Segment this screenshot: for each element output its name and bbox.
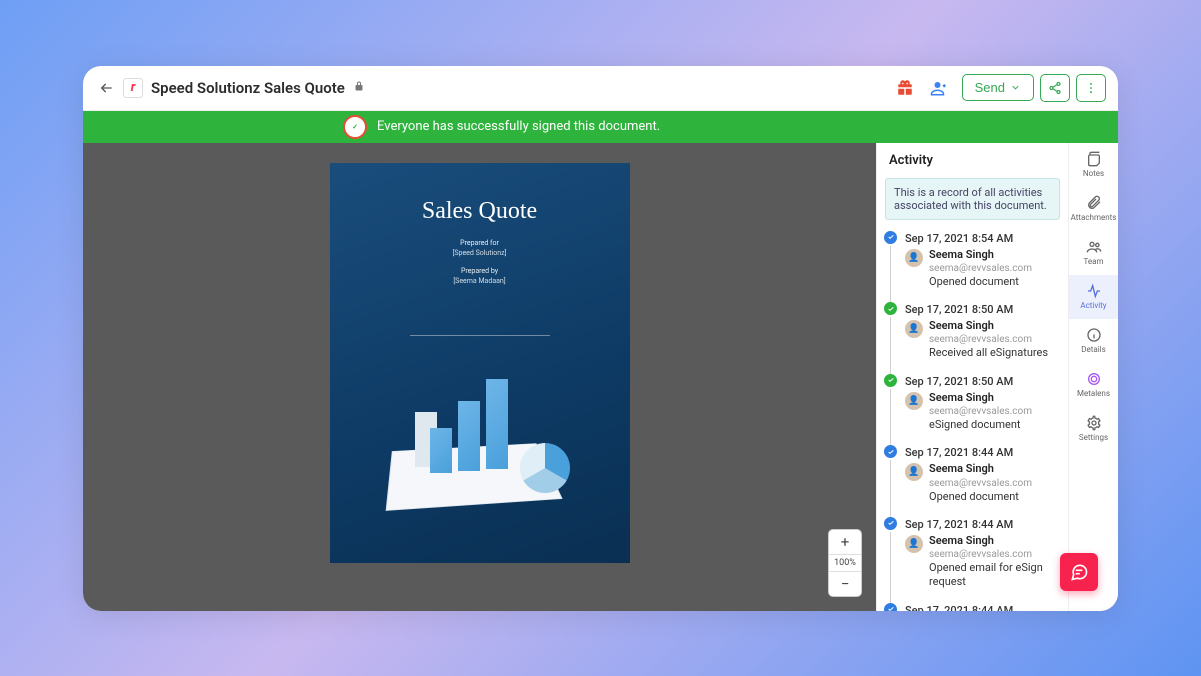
zoom-in-button[interactable]: + <box>829 530 861 554</box>
activity-item[interactable]: Sep 17, 2021 8:54 AM 👤 Seema Singh seema… <box>889 228 1064 300</box>
rail-attachments[interactable]: Attachments <box>1069 187 1118 231</box>
rail-activity[interactable]: Activity <box>1069 275 1118 319</box>
activity-item[interactable]: Sep 17, 2021 8:50 AM 👤 Seema Singh seema… <box>889 299 1064 371</box>
rail-notes[interactable]: Notes <box>1069 143 1118 187</box>
activity-action: Opened document <box>929 275 1032 289</box>
chart-illustration <box>360 393 600 543</box>
send-button-label: Send <box>975 80 1005 95</box>
activity-user-email: seema@revvsales.com <box>929 405 1032 418</box>
share-button[interactable] <box>1040 74 1070 102</box>
share-icon <box>1048 81 1062 95</box>
chat-fab[interactable] <box>1060 553 1098 591</box>
rail-settings[interactable]: Settings <box>1069 407 1118 451</box>
divider <box>410 335 550 336</box>
activity-list[interactable]: Sep 17, 2021 8:54 AM 👤 Seema Singh seema… <box>877 228 1068 611</box>
activity-header: Activity <box>877 143 1068 178</box>
rail-metalens[interactable]: Metalens <box>1069 363 1118 407</box>
rail-details-label: Details <box>1081 345 1105 354</box>
check-icon <box>884 445 897 458</box>
check-icon <box>884 517 897 530</box>
activity-user-email: seema@revvsales.com <box>929 548 1064 561</box>
back-button[interactable] <box>95 76 119 100</box>
avatar: 👤 <box>905 535 923 553</box>
rail-team[interactable]: Team <box>1069 231 1118 275</box>
app-logo-icon: r <box>123 78 143 98</box>
prepared-by-label: Prepared by <box>330 267 630 275</box>
activity-description: This is a record of all activities assoc… <box>885 178 1060 220</box>
rail-team-label: Team <box>1084 257 1104 266</box>
activity-panel: Activity This is a record of all activit… <box>876 143 1068 611</box>
rail-settings-label: Settings <box>1079 433 1108 442</box>
lock-icon <box>353 80 365 96</box>
activity-time: Sep 17, 2021 8:44 AM <box>905 446 1064 459</box>
document-viewer[interactable]: Sales Quote Prepared for [Speed Solution… <box>83 143 876 611</box>
activity-item[interactable]: Sep 17, 2021 8:44 AM 👤 Seema Singh seema… <box>889 514 1064 600</box>
app-window: r Speed Solutionz Sales Quote Send ✓ Eve… <box>83 66 1118 611</box>
activity-item[interactable]: Sep 17, 2021 8:50 AM 👤 Seema Singh seema… <box>889 371 1064 443</box>
avatar: 👤 <box>905 249 923 267</box>
zoom-out-button[interactable]: − <box>829 572 861 596</box>
zoom-controls: + 100% − <box>828 529 862 597</box>
activity-time: Sep 17, 2021 8:44 AM <box>905 518 1064 531</box>
activity-user-name: Seema Singh <box>929 248 1032 262</box>
activity-user-email: seema@revvsales.com <box>929 262 1032 275</box>
gear-icon <box>1086 415 1102 431</box>
activity-icon <box>1086 283 1102 299</box>
check-icon <box>884 231 897 244</box>
document-title: Speed Solutionz Sales Quote <box>151 79 345 97</box>
avatar: 👤 <box>905 320 923 338</box>
more-options-button[interactable] <box>1076 74 1106 102</box>
activity-user-name: Seema Singh <box>929 391 1032 405</box>
activity-time: Sep 17, 2021 8:50 AM <box>905 303 1064 316</box>
avatar: 👤 <box>905 463 923 481</box>
activity-action: Opened email for eSign request <box>929 561 1064 590</box>
zoom-level: 100% <box>829 554 861 572</box>
notes-icon <box>1086 151 1102 167</box>
attachment-icon <box>1086 195 1102 211</box>
activity-item[interactable]: Sep 17, 2021 8:44 AM 👤 Seema Singh seema… <box>889 442 1064 514</box>
more-vertical-icon <box>1084 81 1098 95</box>
page-title: Sales Quote <box>330 198 630 225</box>
rail-notes-label: Notes <box>1083 169 1104 178</box>
activity-user-email: seema@revvsales.com <box>929 477 1032 490</box>
rail-metalens-label: Metalens <box>1077 389 1110 398</box>
prepared-for-label: Prepared for <box>330 239 630 247</box>
send-button[interactable]: Send <box>962 74 1034 101</box>
rail-activity-label: Activity <box>1080 301 1106 310</box>
rail-details[interactable]: Details <box>1069 319 1118 363</box>
avatar: 👤 <box>905 392 923 410</box>
rail-attachments-label: Attachments <box>1071 213 1117 222</box>
success-banner: ✓ Everyone has successfully signed this … <box>83 111 1118 143</box>
activity-user-name: Seema Singh <box>929 319 1048 333</box>
team-icon <box>1086 239 1102 255</box>
right-rail: Notes Attachments Team Activity Details … <box>1068 143 1118 611</box>
activity-action: eSigned document <box>929 418 1032 432</box>
activity-time: Sep 17, 2021 8:44 AM <box>905 604 1064 611</box>
main-area: Sales Quote Prepared for [Speed Solution… <box>83 143 1118 611</box>
chat-icon <box>1069 562 1089 582</box>
check-icon <box>884 603 897 611</box>
document-page: Sales Quote Prepared for [Speed Solution… <box>330 163 630 563</box>
info-icon <box>1086 327 1102 343</box>
gift-icon[interactable] <box>892 75 918 101</box>
activity-user-email: seema@revvsales.com <box>929 333 1048 346</box>
activity-action: Received all eSignatures <box>929 346 1048 360</box>
prepared-by-value: [Seema Madaan] <box>330 277 630 285</box>
activity-time: Sep 17, 2021 8:54 AM <box>905 232 1064 245</box>
metalens-icon <box>1086 371 1102 387</box>
activity-user-name: Seema Singh <box>929 462 1032 476</box>
banner-text: Everyone has successfully signed this do… <box>377 119 660 134</box>
activity-time: Sep 17, 2021 8:50 AM <box>905 375 1064 388</box>
activity-item[interactable]: Sep 17, 2021 8:44 AM <box>889 600 1064 611</box>
activity-user-name: Seema Singh <box>929 534 1064 548</box>
topbar: r Speed Solutionz Sales Quote Send <box>83 66 1118 111</box>
prepared-for-value: [Speed Solutionz] <box>330 249 630 257</box>
check-icon <box>884 302 897 315</box>
check-icon <box>884 374 897 387</box>
chevron-down-icon <box>1010 82 1021 93</box>
activity-action: Opened document <box>929 490 1032 504</box>
add-user-icon[interactable] <box>926 75 952 101</box>
signed-badge-icon: ✓ <box>343 115 367 139</box>
